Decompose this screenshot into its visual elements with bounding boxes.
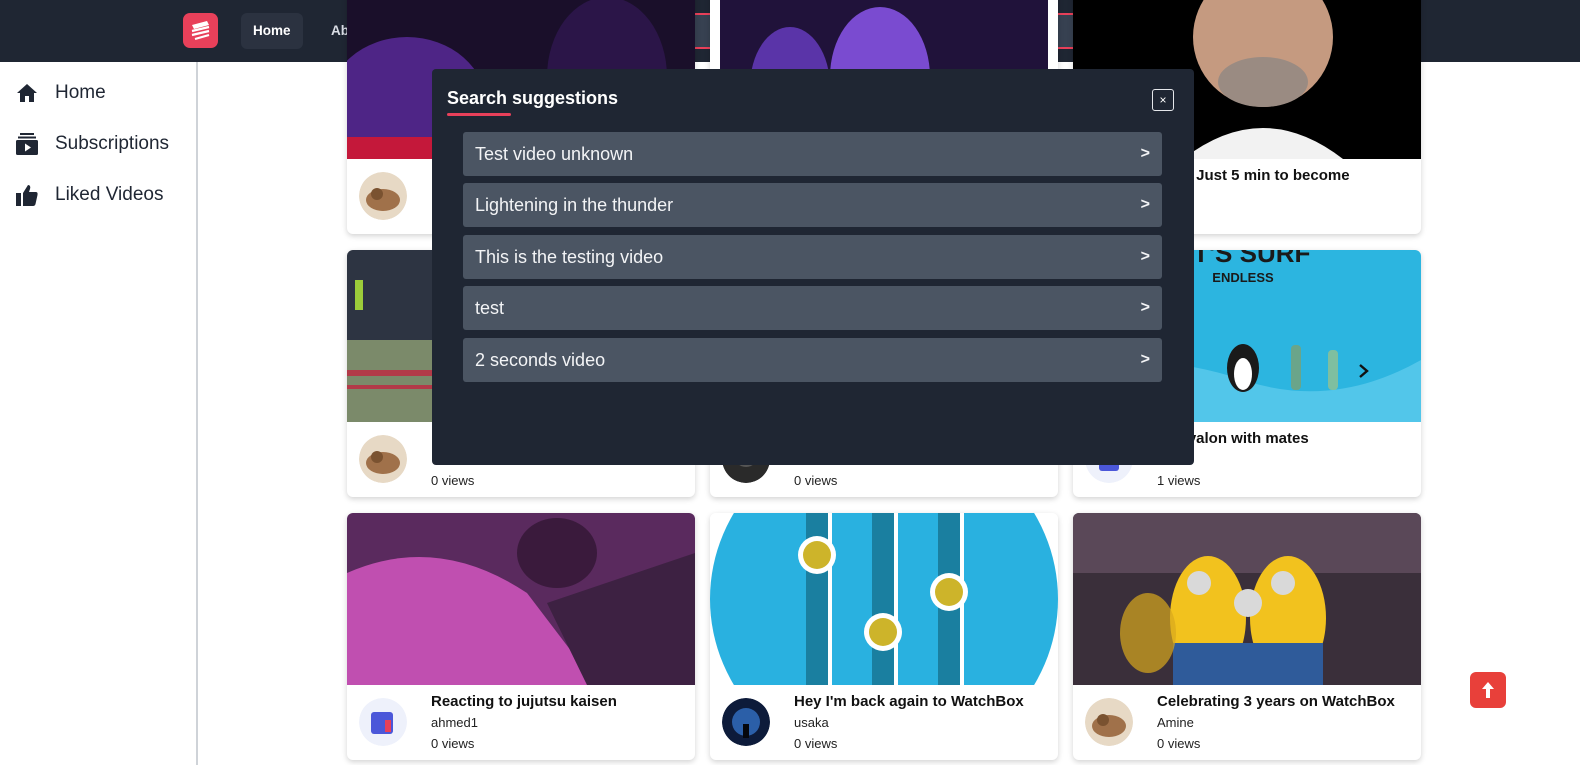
video-title[interactable]: Hey I'm back again to WatchBox [794, 693, 1024, 710]
suggestion-item[interactable]: This is the testing video > [463, 235, 1162, 279]
channel-name[interactable]: usaka [794, 715, 829, 730]
suggestion-item[interactable]: Lightening in the thunder > [463, 183, 1162, 227]
suggestion-label: 2 seconds video [475, 350, 606, 370]
view-count: 1 views [1157, 473, 1201, 488]
arrow-up-icon [1482, 682, 1494, 698]
chevron-right-icon: > [1140, 196, 1150, 213]
cat-avatar-image [359, 435, 407, 483]
suggestion-label: This is the testing video [475, 247, 664, 267]
channel-avatar[interactable] [359, 172, 407, 220]
video-thumbnail[interactable] [1073, 513, 1421, 685]
thumbnail-subtitle-text: ENDLESS [1212, 270, 1274, 285]
night-avatar-image [722, 698, 770, 746]
video-title[interactable]: Reacting to jujutsu kaisen [431, 693, 617, 710]
channel-avatar[interactable] [1085, 698, 1133, 746]
robot-avatar-image [359, 698, 407, 746]
chevron-right-icon: > [1140, 145, 1150, 162]
suggestion-item[interactable]: Test video unknown > [463, 132, 1162, 176]
chevron-right-icon: > [1140, 248, 1150, 265]
channel-name[interactable]: Amine [1157, 715, 1194, 730]
scroll-to-top-button[interactable] [1470, 672, 1506, 708]
suggestion-item[interactable]: 2 seconds video > [463, 338, 1162, 382]
view-count: 0 views [431, 473, 475, 488]
logo-icon [191, 21, 210, 41]
video-card[interactable]: Reacting to jujutsu kaisen ahmed1 0 view… [347, 513, 695, 760]
video-title[interactable]: Celebrating 3 years on WatchBox [1157, 693, 1395, 710]
suggestion-label: test [475, 298, 505, 318]
sidebar-item-label: Liked Videos [55, 184, 164, 205]
watchbox-logo[interactable] [183, 13, 218, 48]
sidebar-item-home[interactable]: Home [15, 78, 106, 108]
cat-avatar-image [1085, 698, 1133, 746]
sidebar-item-label: Subscriptions [55, 133, 170, 154]
sidebar: Home Subscriptions Liked Videos [0, 62, 198, 765]
thumbnail-image [710, 513, 1058, 685]
channel-avatar[interactable] [722, 698, 770, 746]
chevron-right-icon: > [1140, 299, 1150, 316]
thumbnail-image [1073, 513, 1421, 685]
channel-avatar[interactable] [359, 435, 407, 483]
channel-name[interactable]: ahmed1 [431, 715, 478, 730]
nav-home-button[interactable]: Home [241, 13, 303, 49]
home-icon [17, 84, 37, 102]
subscriptions-icon [16, 133, 38, 155]
panel-title: Search suggestions [447, 88, 619, 108]
suggestion-item[interactable]: test > [463, 286, 1162, 330]
sidebar-item-liked-videos[interactable]: Liked Videos [15, 180, 163, 210]
suggestion-label: Lightening in the thunder [475, 195, 674, 215]
suggestion-label: Test video unknown [475, 144, 634, 164]
view-count: 0 views [794, 736, 838, 751]
title-underline [447, 113, 511, 116]
thumbnail-image [347, 513, 695, 685]
sidebar-item-subscriptions[interactable]: Subscriptions [15, 129, 169, 159]
close-button[interactable]: × [1152, 89, 1174, 111]
thumbnail-title-text: ET'S SURF [1176, 250, 1311, 268]
channel-avatar[interactable] [359, 698, 407, 746]
view-count: 0 views [794, 473, 838, 488]
view-count: 0 views [431, 736, 475, 751]
cat-avatar-image [359, 172, 407, 220]
sidebar-item-label: Home [55, 82, 106, 103]
search-suggestions-panel: Search suggestions × Test video unknown … [432, 69, 1194, 465]
thumbs-up-icon [16, 185, 38, 206]
view-count: 0 views [1157, 736, 1201, 751]
video-card[interactable]: Celebrating 3 years on WatchBox Amine 0 … [1073, 513, 1421, 760]
video-thumbnail[interactable] [710, 513, 1058, 685]
video-card[interactable]: Hey I'm back again to WatchBox usaka 0 v… [710, 513, 1058, 760]
chevron-right-icon: > [1140, 351, 1150, 368]
video-thumbnail[interactable] [347, 513, 695, 685]
